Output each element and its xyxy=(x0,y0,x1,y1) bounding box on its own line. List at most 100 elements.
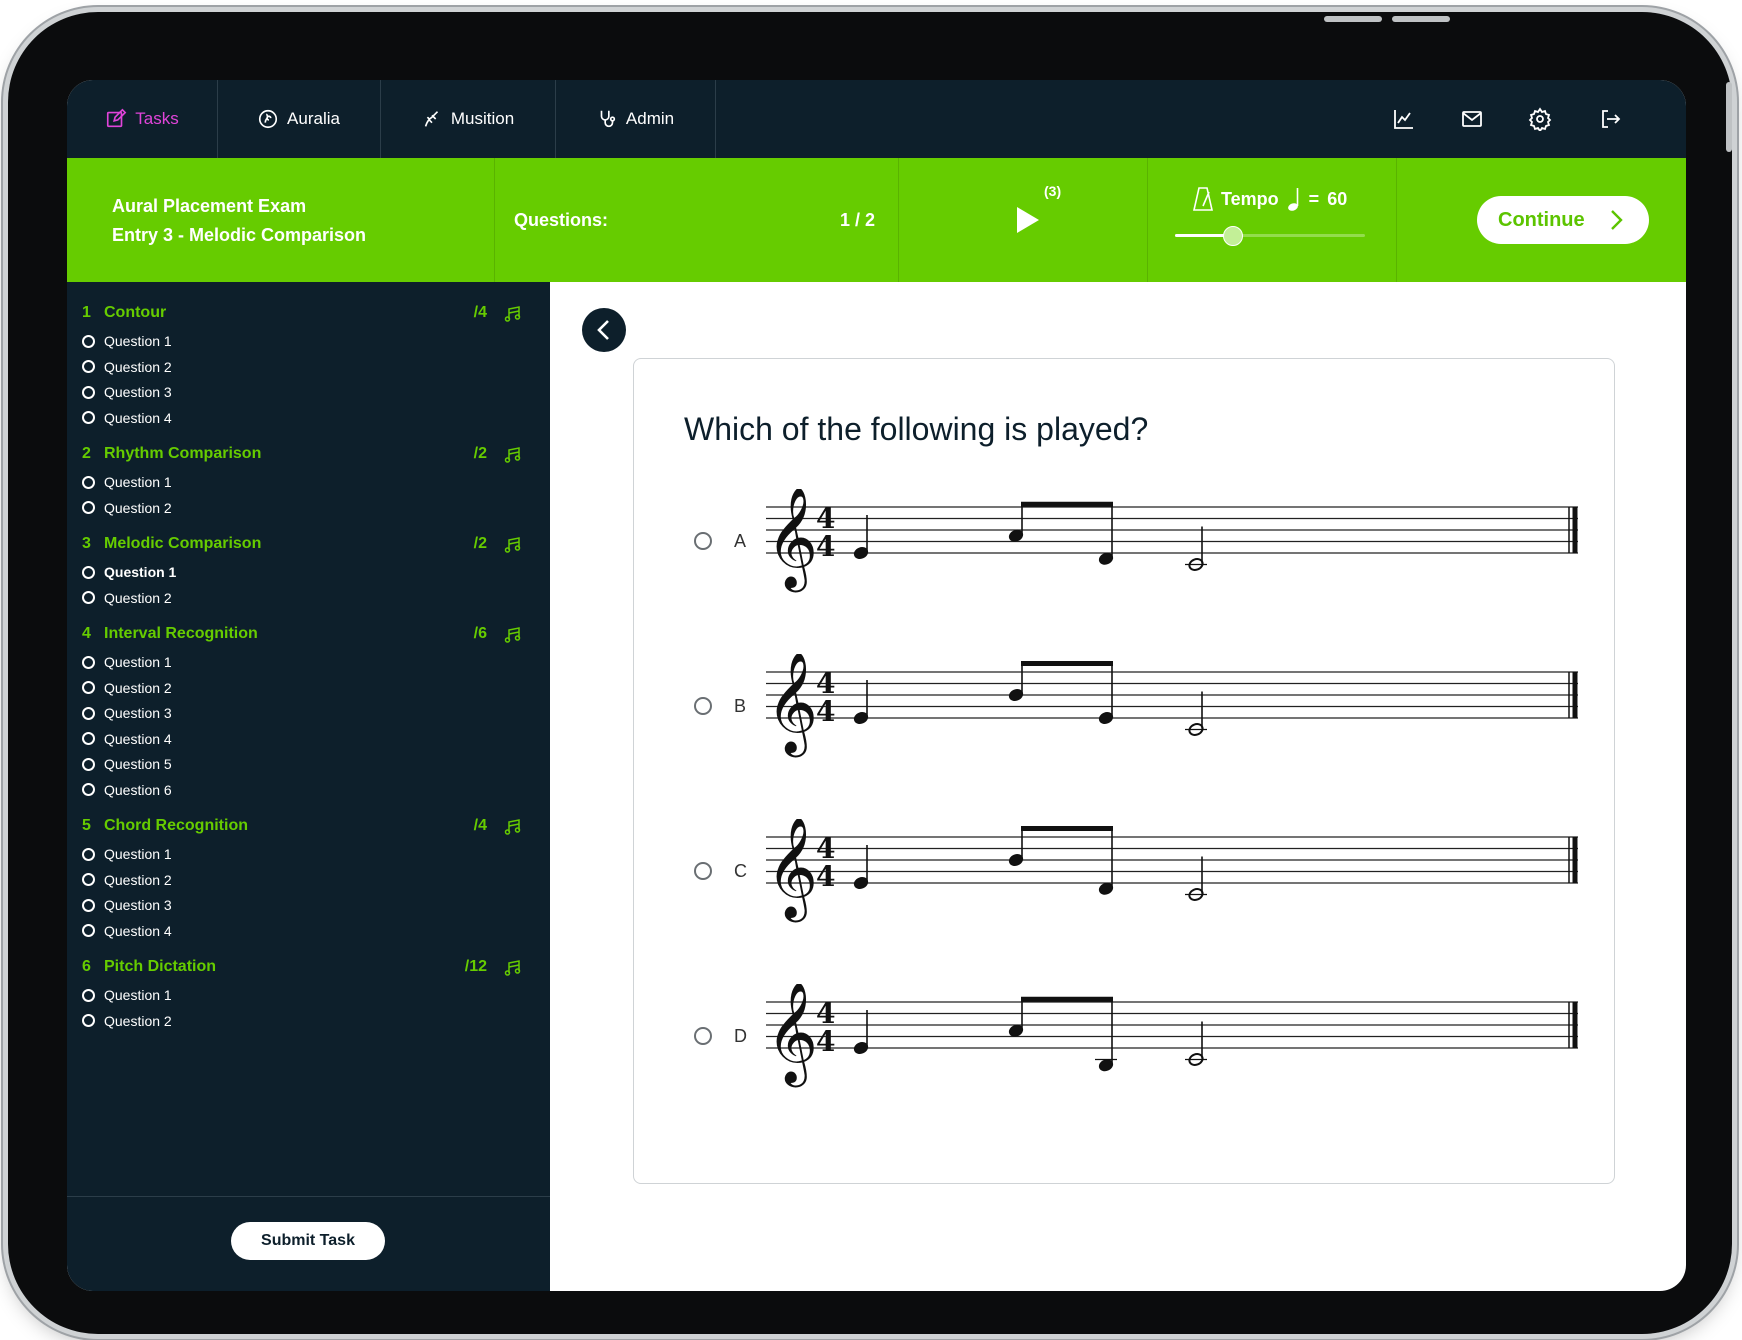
radio-button[interactable] xyxy=(694,862,712,880)
treble-clef-icon: 𝄞 xyxy=(766,654,818,758)
section-title: Contour xyxy=(104,304,167,321)
answer-option[interactable]: C 𝄞 4 4 xyxy=(694,819,1578,929)
radio-button[interactable] xyxy=(694,697,712,715)
questions-count: 1 / 2 xyxy=(840,210,876,230)
question-item[interactable]: Question 2 xyxy=(82,357,172,377)
tablet-frame: Tasks Auralia Musition Admin Aural Place… xyxy=(8,12,1732,1334)
question-item[interactable]: Question 1 xyxy=(82,652,172,672)
question-item[interactable]: Question 2 xyxy=(82,870,172,890)
question-item[interactable]: Question 1 xyxy=(82,985,172,1005)
answer-option[interactable]: A 𝄞 4 4 xyxy=(694,489,1578,599)
section-header[interactable]: 3 Melodic Comparison/2 xyxy=(82,535,522,557)
messages-button[interactable] xyxy=(1457,104,1487,134)
question-label: Question 1 xyxy=(104,564,177,580)
question-item[interactable]: Question 2 xyxy=(82,588,172,608)
radio-button[interactable] xyxy=(694,1027,712,1045)
section-score: /12 xyxy=(464,958,487,975)
question-label: Question 5 xyxy=(104,756,172,772)
question-item[interactable]: Question 4 xyxy=(82,921,172,941)
question-item[interactable]: Question 2 xyxy=(82,498,172,518)
question-label: Question 2 xyxy=(104,589,172,606)
quarter-note-icon xyxy=(1287,188,1298,211)
music-note-icon xyxy=(504,818,522,836)
question-item[interactable]: Question 1 xyxy=(82,331,172,351)
tab-admin[interactable]: Admin xyxy=(555,80,716,158)
music-note-icon xyxy=(504,536,522,554)
section-number: 6 xyxy=(82,958,91,975)
question-item[interactable]: Question 1 xyxy=(82,844,172,864)
answer-option[interactable]: B 𝄞 4 4 xyxy=(694,654,1578,764)
section-title: Interval Recognition xyxy=(104,625,258,642)
status-circle-icon xyxy=(82,732,95,745)
question-item[interactable]: Question 4 xyxy=(82,729,172,749)
question-label: Question 1 xyxy=(104,474,172,490)
status-circle-icon xyxy=(82,847,95,861)
question-item[interactable]: Question 2 xyxy=(82,1011,172,1031)
question-item[interactable]: Question 1 xyxy=(82,562,176,582)
question-label: Question 1 xyxy=(104,654,172,670)
status-circle-icon xyxy=(82,475,95,489)
submit-task-button[interactable]: Submit Task xyxy=(231,1222,385,1260)
back-button[interactable] xyxy=(582,308,626,352)
option-letter: D xyxy=(734,1026,747,1046)
play-count: (3) xyxy=(1044,183,1062,199)
tab-label: Auralia xyxy=(287,109,340,128)
question-label: Question 2 xyxy=(104,871,172,888)
question-item[interactable]: Question 5 xyxy=(82,754,172,774)
section-header[interactable]: 1 Contour/4 xyxy=(82,304,522,326)
question-label: Question 3 xyxy=(104,384,172,400)
logout-button[interactable] xyxy=(1595,104,1625,134)
status-circle-icon xyxy=(82,706,95,720)
question-item[interactable]: Question 6 xyxy=(82,780,172,800)
tab-label: Admin xyxy=(625,109,675,128)
continue-button[interactable]: Continue xyxy=(1477,196,1649,244)
treble-clef-icon: 𝄞 xyxy=(766,984,818,1088)
option-letter: A xyxy=(734,531,747,551)
section-header[interactable]: 2 Rhythm Comparison/2 xyxy=(82,445,522,467)
radio-button[interactable] xyxy=(694,532,712,550)
section-header[interactable]: 4 Interval Recognition/6 xyxy=(82,625,522,647)
question-item[interactable]: Question 3 xyxy=(82,703,172,723)
answer-option[interactable]: D 𝄞 4 4 xyxy=(694,984,1578,1094)
status-circle-icon xyxy=(82,924,95,937)
divider xyxy=(1147,158,1148,282)
section-header[interactable]: 5 Chord Recognition/4 xyxy=(82,817,522,839)
question-item[interactable]: Question 1 xyxy=(82,472,172,492)
stats-button[interactable] xyxy=(1389,104,1419,134)
tempo-slider-handle[interactable] xyxy=(1223,226,1243,246)
exam-title-block: Aural Placement Exam Entry 3 - Melodic C… xyxy=(112,192,366,250)
logout-icon xyxy=(1602,110,1621,128)
divider xyxy=(898,158,899,282)
section-title: Pitch Dictation xyxy=(104,958,217,975)
section-title: Rhythm Comparison xyxy=(104,445,262,462)
tab-musition[interactable]: Musition xyxy=(380,80,556,158)
time-signature-bottom: 4 xyxy=(816,695,835,728)
status-circle-icon xyxy=(82,681,95,694)
question-item[interactable]: Question 3 xyxy=(82,895,172,915)
divider xyxy=(494,158,495,282)
question-label: Question 6 xyxy=(104,781,172,798)
tab-tasks[interactable]: Tasks xyxy=(67,80,218,158)
question-item[interactable]: Question 3 xyxy=(82,382,172,402)
volume-button xyxy=(1392,16,1450,22)
section-number: 4 xyxy=(82,625,91,642)
question-item[interactable]: Question 2 xyxy=(82,678,172,698)
settings-button[interactable] xyxy=(1525,104,1555,134)
continue-label: Continue xyxy=(1498,208,1585,231)
time-signature-bottom: 4 xyxy=(816,530,835,563)
section-score: /4 xyxy=(473,304,487,321)
tempo-slider[interactable] xyxy=(1175,226,1365,246)
section-header[interactable]: 6 Pitch Dictation/12 xyxy=(82,958,522,980)
option-letter: C xyxy=(734,861,747,881)
status-circle-icon xyxy=(82,501,95,514)
section-score: /4 xyxy=(473,817,487,834)
hand-icon xyxy=(424,111,438,127)
tab-label: Tasks xyxy=(135,109,179,128)
question-item[interactable]: Question 4 xyxy=(82,408,172,428)
tab-label: Musition xyxy=(450,109,515,128)
task-header: Aural Placement Exam Entry 3 - Melodic C… xyxy=(67,158,1686,282)
music-note-icon xyxy=(504,446,522,464)
tab-auralia[interactable]: Auralia xyxy=(217,80,381,158)
divider xyxy=(67,1196,550,1197)
play-icon[interactable] xyxy=(1009,202,1045,238)
